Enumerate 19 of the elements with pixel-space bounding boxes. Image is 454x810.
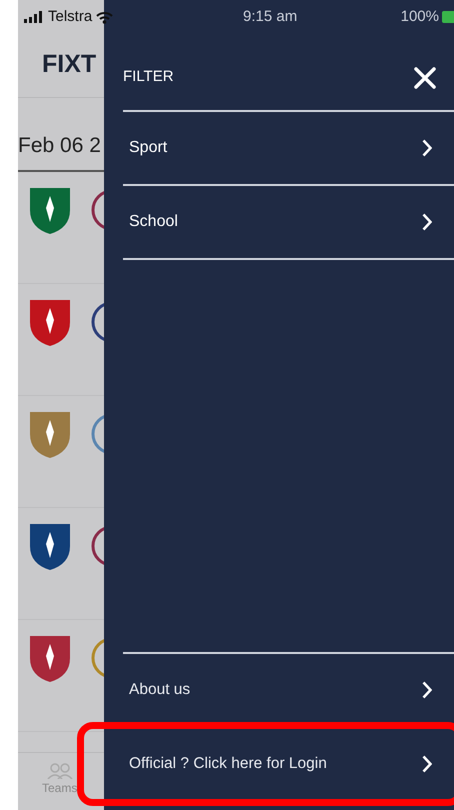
battery-percent: 100%	[400, 6, 439, 27]
filter-item[interactable]: Sport	[123, 110, 454, 184]
chevron-right-icon	[422, 213, 432, 231]
status-time: 9:15 am	[243, 6, 298, 27]
filter-item[interactable]: School	[123, 184, 454, 258]
signal-icon	[24, 11, 44, 23]
date-heading: Feb 06 2	[18, 134, 101, 157]
close-icon	[414, 66, 436, 89]
chevron-right-icon	[422, 139, 432, 157]
carrier-name: Telstra	[48, 6, 92, 27]
drawer-title: FILTER	[123, 67, 174, 87]
menu-item[interactable]: About us	[123, 652, 454, 726]
menu-item[interactable]: Official ? Click here for Login	[123, 726, 454, 800]
people-icon	[46, 763, 73, 779]
chevron-right-icon	[422, 755, 432, 773]
chevron-right-icon	[422, 681, 432, 699]
close-button[interactable]	[414, 66, 436, 90]
wifi-icon	[96, 10, 114, 24]
battery-icon	[442, 11, 454, 23]
